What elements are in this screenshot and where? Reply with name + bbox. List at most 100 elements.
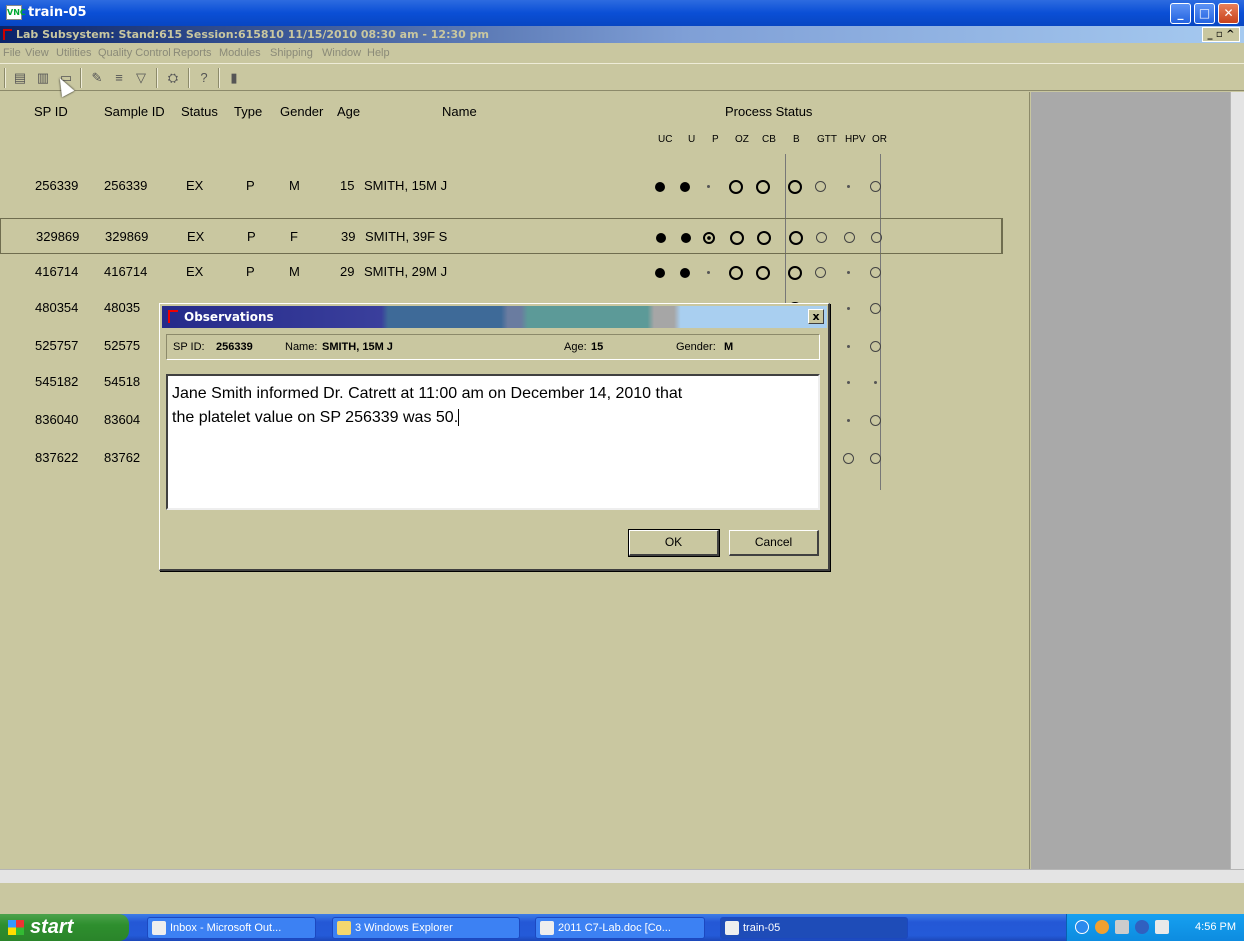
- status-filled-icon[interactable]: [677, 264, 693, 280]
- status-dot-icon[interactable]: [867, 374, 883, 390]
- status-ringb-icon[interactable]: [728, 178, 744, 194]
- status-ringl-icon[interactable]: [813, 229, 829, 245]
- child-window-controls[interactable]: _ ▫ ^: [1202, 27, 1240, 42]
- col-header-sample-id[interactable]: Sample ID: [104, 104, 165, 119]
- status-dot-icon[interactable]: [840, 374, 856, 390]
- col-header-status[interactable]: Status: [181, 104, 218, 119]
- menu-utilities[interactable]: Utilities: [56, 47, 91, 59]
- new-icon[interactable]: ▤: [11, 69, 29, 87]
- firefox-icon[interactable]: [1095, 920, 1109, 934]
- menu-view[interactable]: View: [25, 47, 49, 59]
- status-ringb-icon[interactable]: [787, 264, 803, 280]
- status-dot-icon[interactable]: [840, 412, 856, 428]
- status-ringl-icon[interactable]: [867, 264, 883, 280]
- task-train[interactable]: train-05: [720, 917, 908, 939]
- exit-icon[interactable]: ▮: [225, 69, 243, 87]
- col-header-sp-id[interactable]: SP ID: [34, 104, 68, 119]
- menu-bar: File View Utilities Quality Control Repo…: [0, 43, 1244, 63]
- cell-gender: F: [290, 229, 298, 244]
- menu-file[interactable]: File: [3, 47, 21, 59]
- status-ringb-icon[interactable]: [729, 229, 745, 245]
- vnc-icon: VNC: [6, 5, 26, 20]
- cell-sp-id: 836040: [35, 412, 79, 427]
- process-col-cb: CB: [762, 134, 776, 145]
- status-ringl-icon[interactable]: [867, 300, 883, 316]
- maximize-button[interactable]: □: [1194, 3, 1215, 24]
- menu-reports[interactable]: Reports: [173, 47, 212, 59]
- status-dot-icon[interactable]: [840, 178, 856, 194]
- status-ringl-icon[interactable]: [812, 264, 828, 280]
- status-ringl-icon[interactable]: [867, 338, 883, 354]
- task-word[interactable]: 2011 C7-Lab.doc [Co...: [535, 917, 705, 939]
- back-icon[interactable]: [1075, 920, 1089, 934]
- col-header-name[interactable]: Name: [442, 104, 477, 119]
- status-filled-icon[interactable]: [652, 264, 668, 280]
- status-ringl-icon[interactable]: [841, 229, 857, 245]
- windows-logo-icon: [8, 920, 24, 935]
- status-filled-icon[interactable]: [652, 178, 668, 194]
- close-button[interactable]: ✕: [1218, 3, 1239, 24]
- start-button[interactable]: start: [0, 914, 129, 941]
- status-dot-icon[interactable]: [700, 178, 716, 194]
- status-ringl-icon[interactable]: [868, 229, 884, 245]
- network-icon[interactable]: [1135, 920, 1149, 934]
- status-filled-icon[interactable]: [678, 229, 694, 245]
- status-ringb-icon[interactable]: [728, 264, 744, 280]
- word-icon: [540, 921, 554, 935]
- status-dot-icon[interactable]: [700, 264, 716, 280]
- status-filled-icon[interactable]: [653, 229, 669, 245]
- col-header-gender[interactable]: Gender: [280, 104, 323, 119]
- lab-icon: [168, 310, 178, 323]
- status-ringl-icon[interactable]: [867, 412, 883, 428]
- status-ringb-icon[interactable]: [788, 229, 804, 245]
- menu-help[interactable]: Help: [367, 47, 390, 59]
- status-dot-icon[interactable]: [840, 300, 856, 316]
- task-outlook[interactable]: Inbox - Microsoft Out...: [147, 917, 316, 939]
- col-header-age[interactable]: Age: [337, 104, 360, 119]
- toolbar-separator: [188, 68, 190, 88]
- observation-textarea[interactable]: Jane Smith informed Dr. Catrett at 11:00…: [166, 374, 820, 510]
- display-icon[interactable]: [1155, 920, 1169, 934]
- filter-icon[interactable]: ▽: [132, 69, 150, 87]
- status-ringl-icon[interactable]: [867, 178, 883, 194]
- chart-icon[interactable]: ⛭: [164, 69, 182, 87]
- ok-button[interactable]: OK: [628, 529, 720, 557]
- cell-sp-id: 256339: [35, 178, 79, 193]
- status-ringb-icon[interactable]: [787, 178, 803, 194]
- vnc-icon: [725, 921, 739, 935]
- menu-quality-control[interactable]: Quality Control: [98, 47, 171, 59]
- col-header-type[interactable]: Type: [234, 104, 262, 119]
- status-ringl-icon[interactable]: [867, 450, 883, 466]
- task-explorer[interactable]: 3 Windows Explorer: [332, 917, 520, 939]
- printer-icon[interactable]: [1115, 920, 1129, 934]
- table-row[interactable]: 416714 416714 EX P M 29 SMITH, 29M J: [0, 254, 1030, 290]
- cancel-button[interactable]: Cancel: [729, 530, 819, 556]
- window-title: train-05: [28, 5, 87, 20]
- sp-id-value: 256339: [216, 341, 253, 353]
- status-ringl-icon[interactable]: [812, 178, 828, 194]
- table-row[interactable]: 329869 329869 EX P F 39 SMITH, 39F S: [0, 218, 1003, 254]
- status-ringb-icon[interactable]: [755, 178, 771, 194]
- horizontal-scrollbar[interactable]: [0, 869, 1244, 883]
- status-dot-icon[interactable]: [840, 264, 856, 280]
- menu-shipping[interactable]: Shipping: [270, 47, 313, 59]
- cell-age: 29: [340, 264, 355, 279]
- print-icon[interactable]: ≡: [110, 69, 128, 87]
- help-icon[interactable]: ?: [195, 69, 213, 87]
- open-icon[interactable]: ▥: [34, 69, 52, 87]
- table-row[interactable]: 256339 256339 EX P M 15 SMITH, 15M J: [0, 168, 1030, 204]
- menu-modules[interactable]: Modules: [219, 47, 261, 59]
- status-ringb-icon[interactable]: [756, 229, 772, 245]
- cell-status: EX: [187, 229, 205, 244]
- status-ringl-icon[interactable]: [840, 450, 856, 466]
- menu-window[interactable]: Window: [322, 47, 361, 59]
- sp-info-panel: SP ID: 256339 Name: SMITH, 15M J Age: 15…: [166, 334, 820, 360]
- minimize-button[interactable]: _: [1170, 3, 1191, 24]
- status-filled-icon[interactable]: [677, 178, 693, 194]
- status-dotted-icon[interactable]: [701, 229, 717, 245]
- status-ringb-icon[interactable]: [755, 264, 771, 280]
- tools-icon[interactable]: ✎: [88, 69, 106, 87]
- vertical-scrollbar[interactable]: [1230, 92, 1244, 869]
- status-dot-icon[interactable]: [840, 338, 856, 354]
- dialog-close-button[interactable]: x: [808, 309, 824, 324]
